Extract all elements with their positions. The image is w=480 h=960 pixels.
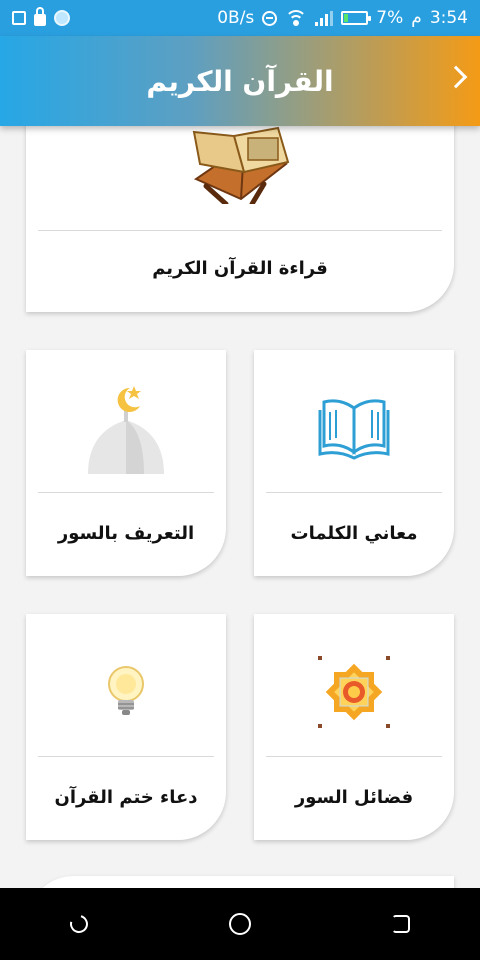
battery-icon: [341, 11, 372, 25]
recent-apps-icon[interactable]: [67, 911, 92, 937]
system-navigation-bar: [0, 888, 480, 960]
next-card-partial[interactable]: [26, 876, 454, 888]
read-quran-card[interactable]: قراءة القرآن الكريم: [26, 126, 454, 312]
card-divider: [38, 492, 214, 493]
card-divider: [266, 492, 442, 493]
menu-content: قراءة القرآن الكريم التعريف بالسور معاني…: [0, 126, 480, 888]
word-meanings-label: معاني الكلمات: [290, 523, 418, 544]
status-left-icons: [12, 7, 70, 26]
status-bar: 0B/s 7% م 3:54: [0, 0, 480, 36]
khatm-dua-label: دعاء ختم القرآن: [54, 787, 198, 808]
mosque-dome-icon: [84, 382, 168, 478]
time-suffix: م: [411, 8, 422, 28]
app-notification-icon: [54, 10, 70, 26]
lock-icon: [34, 7, 46, 26]
surah-intro-card[interactable]: التعريف بالسور: [26, 350, 226, 576]
card-divider: [38, 756, 214, 757]
status-right-icons: 0B/s 7% م 3:54: [217, 8, 468, 28]
clock: 3:54: [429, 8, 468, 28]
islamic-star-icon: [316, 654, 392, 730]
open-book-icon: [318, 394, 390, 460]
do-not-disturb-icon: [262, 10, 278, 26]
home-icon[interactable]: [228, 913, 251, 935]
signal-icon: [315, 10, 334, 26]
card-divider: [38, 230, 442, 231]
surah-virtues-label: فضائل السور: [294, 787, 414, 808]
khatm-dua-card[interactable]: دعاء ختم القرآن: [26, 614, 226, 840]
read-quran-label: قراءة القرآن الكريم: [152, 258, 328, 279]
word-meanings-card[interactable]: معاني الكلمات: [254, 350, 454, 576]
surah-virtues-card[interactable]: فضائل السور: [254, 614, 454, 840]
light-bulb-icon: [106, 664, 146, 720]
quran-stand-icon: [186, 126, 296, 204]
surah-intro-label: التعريف بالسور: [57, 523, 195, 544]
card-divider: [266, 756, 442, 757]
network-speed: 0B/s: [217, 8, 255, 28]
page-title: القرآن الكريم: [146, 65, 334, 98]
wifi-icon: [285, 10, 308, 26]
back-icon[interactable]: [391, 915, 410, 933]
app-bar: القرآن الكريم: [0, 36, 480, 126]
battery-percent: 7%: [376, 8, 404, 28]
cast-icon: [12, 11, 26, 25]
